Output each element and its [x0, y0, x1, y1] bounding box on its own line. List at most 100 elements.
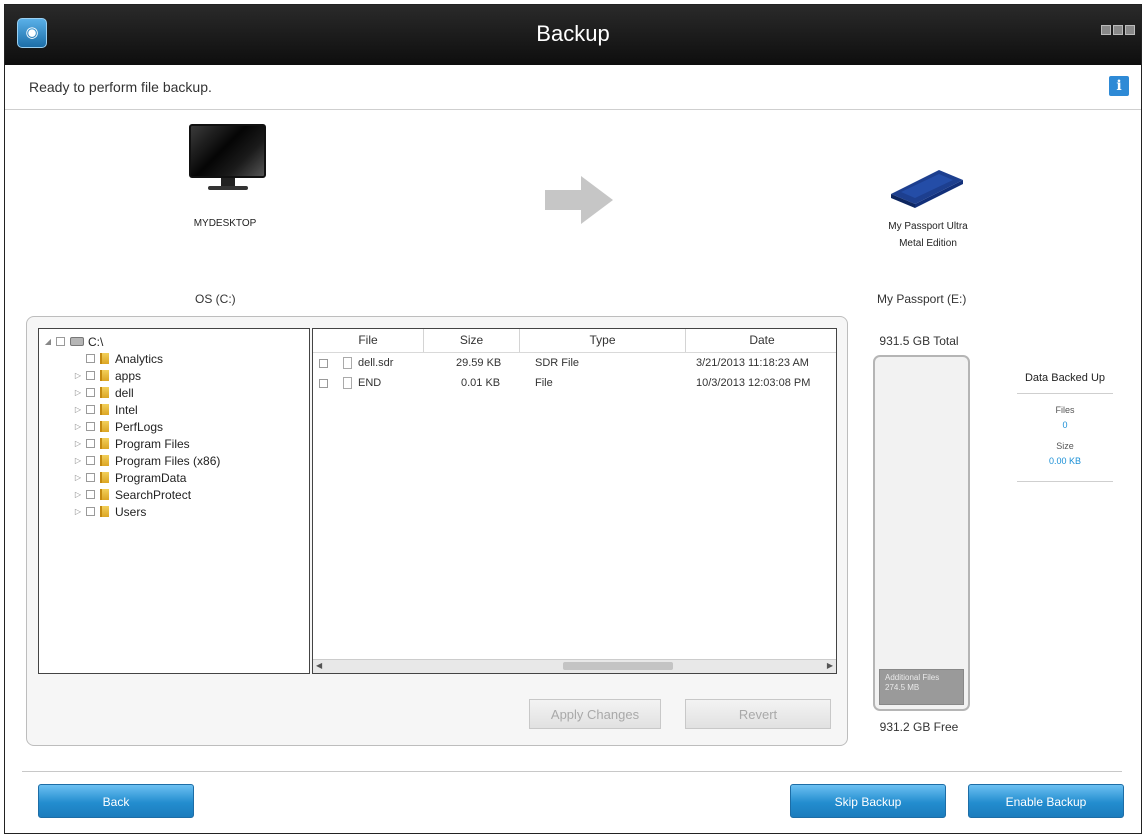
- expand-icon[interactable]: ▷: [73, 473, 83, 482]
- folder-icon: [100, 438, 109, 449]
- tree-folder-row[interactable]: ▷ PerfLogs: [73, 418, 163, 435]
- divider: [1017, 393, 1113, 394]
- capacity-gauge: Additional Files 274.5 MB: [873, 355, 970, 711]
- horizontal-scrollbar[interactable]: ◀ ▶: [313, 659, 836, 673]
- maximize-button[interactable]: [1113, 25, 1123, 35]
- root-checkbox[interactable]: [56, 337, 65, 346]
- capacity-total: 931.5 GB Total: [879, 334, 959, 348]
- divider: [1017, 481, 1113, 482]
- folder-tree[interactable]: ◢ C:\ Analytics ▷ apps ▷ dell ▷ Intel ▷ …: [38, 328, 310, 674]
- tree-folder-row[interactable]: Analytics: [73, 350, 163, 367]
- tree-root-label: C:\: [88, 334, 104, 349]
- additional-files-bar: Additional Files 274.5 MB: [879, 669, 964, 705]
- column-header-size[interactable]: Size: [424, 329, 520, 352]
- tree-folder-row[interactable]: ▷ apps: [73, 367, 141, 384]
- folder-checkbox[interactable]: [86, 490, 95, 499]
- expand-icon[interactable]: ▷: [73, 439, 83, 448]
- enable-backup-button[interactable]: Enable Backup: [968, 784, 1124, 818]
- folder-checkbox[interactable]: [86, 354, 95, 363]
- computer-monitor-icon: [189, 124, 266, 190]
- file-list[interactable]: File Size Type Date dell.sdr 29.59 KB SD…: [312, 328, 837, 674]
- folder-label: apps: [115, 368, 142, 383]
- expand-icon[interactable]: ▷: [73, 371, 83, 380]
- folder-checkbox[interactable]: [86, 422, 95, 431]
- expand-icon[interactable]: ▷: [73, 388, 83, 397]
- table-row[interactable]: dell.sdr 29.59 KB SDR File 3/21/2013 11:…: [313, 355, 836, 373]
- column-header-date[interactable]: Date: [686, 329, 836, 352]
- info-icon[interactable]: i: [1109, 76, 1129, 96]
- additional-files-label: Additional Files: [885, 673, 940, 682]
- folder-checkbox[interactable]: [86, 439, 95, 448]
- title-bar: ◉ Backup: [5, 5, 1141, 65]
- folder-icon: [100, 387, 109, 398]
- device-name-line1: My Passport Ultra: [888, 221, 968, 232]
- tree-folder-row[interactable]: ▷ Intel: [73, 401, 138, 418]
- folder-label: SearchProtect: [115, 487, 192, 502]
- close-button[interactable]: [1125, 25, 1135, 35]
- column-header-file[interactable]: File: [313, 329, 424, 352]
- file-checkbox[interactable]: [319, 379, 328, 388]
- folder-label: Program Files (x86): [115, 453, 221, 468]
- minimize-button[interactable]: [1101, 25, 1111, 35]
- collapse-icon[interactable]: ◢: [43, 337, 53, 346]
- folder-checkbox[interactable]: [86, 473, 95, 482]
- tree-folder-row[interactable]: ▷ dell: [73, 384, 134, 401]
- expand-icon[interactable]: ▷: [73, 422, 83, 431]
- file-date: 10/3/2013 12:03:08 PM: [696, 377, 811, 389]
- tree-folder-row[interactable]: ▷ Users: [73, 503, 146, 520]
- expand-icon[interactable]: ▷: [73, 507, 83, 516]
- file-type: SDR File: [535, 357, 580, 369]
- file-type: File: [535, 377, 553, 389]
- tree-folder-row[interactable]: ▷ Program Files (x86): [73, 452, 220, 469]
- additional-files-size: 274.5 MB: [885, 683, 920, 692]
- scrollbar-thumb[interactable]: [563, 662, 673, 670]
- folder-checkbox[interactable]: [86, 371, 95, 380]
- tree-folder-row[interactable]: ▷ SearchProtect: [73, 486, 191, 503]
- revert-button[interactable]: Revert: [685, 699, 831, 729]
- files-label: Files: [1055, 405, 1075, 415]
- column-header-type[interactable]: Type: [520, 329, 686, 352]
- folder-label: PerfLogs: [115, 419, 164, 434]
- window-controls: [1101, 25, 1135, 35]
- folder-icon: [100, 370, 109, 381]
- external-drive-icon: [891, 170, 963, 208]
- tree-folder-row[interactable]: ▷ ProgramData: [73, 469, 186, 486]
- arrow-right-icon: [545, 176, 613, 224]
- folder-label: Analytics: [115, 351, 164, 366]
- expand-icon[interactable]: ▷: [73, 456, 83, 465]
- folder-label: dell: [115, 385, 134, 400]
- folder-icon: [100, 353, 109, 364]
- device-name-line2: Metal Edition: [899, 238, 957, 249]
- folder-checkbox[interactable]: [86, 507, 95, 516]
- expand-icon[interactable]: ▷: [73, 405, 83, 414]
- apply-changes-button[interactable]: Apply Changes: [529, 699, 661, 729]
- window-title: Backup: [536, 21, 610, 46]
- folder-checkbox[interactable]: [86, 456, 95, 465]
- expand-icon[interactable]: ▷: [73, 490, 83, 499]
- folder-checkbox[interactable]: [86, 388, 95, 397]
- folder-icon: [100, 472, 109, 483]
- folder-label: Program Files: [115, 436, 190, 451]
- file-name: dell.sdr: [358, 357, 394, 369]
- skip-backup-button[interactable]: Skip Backup: [790, 784, 946, 818]
- status-message: Ready to perform file backup.: [29, 79, 212, 95]
- scroll-right-icon[interactable]: ▶: [827, 661, 833, 670]
- tree-root-row[interactable]: ◢ C:\: [43, 333, 103, 350]
- back-button[interactable]: Back: [38, 784, 194, 818]
- tree-folder-row[interactable]: ▷ Program Files: [73, 435, 190, 452]
- folder-icon: [100, 506, 109, 517]
- file-size: 29.59 KB: [456, 357, 502, 369]
- status-bar: Ready to perform file backup. i: [5, 65, 1141, 110]
- file-size: 0.01 KB: [461, 377, 501, 389]
- file-checkbox[interactable]: [319, 359, 328, 368]
- computer-name: MYDESKTOP: [193, 218, 257, 229]
- file-date: 3/21/2013 11:18:23 AM: [696, 357, 809, 369]
- scroll-left-icon[interactable]: ◀: [316, 661, 322, 670]
- table-row[interactable]: END 0.01 KB File 10/3/2013 12:03:08 PM: [313, 375, 836, 393]
- destination-drive-label: My Passport (E:): [877, 292, 967, 306]
- footer-divider: [22, 771, 1122, 772]
- folder-label: Users: [115, 504, 147, 519]
- folder-checkbox[interactable]: [86, 405, 95, 414]
- file-icon: [343, 377, 352, 389]
- folder-label: ProgramData: [115, 470, 187, 485]
